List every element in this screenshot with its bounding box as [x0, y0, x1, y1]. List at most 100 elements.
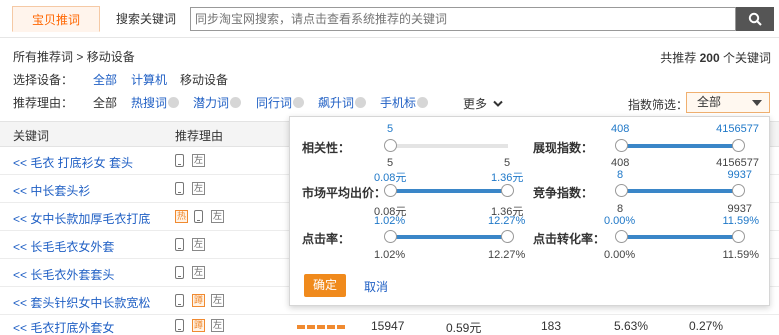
phone-icon: [175, 154, 184, 167]
slider-range: [621, 144, 739, 148]
slider-handle-min[interactable]: [384, 184, 397, 197]
competition-min: 8: [617, 203, 624, 215]
tag-left: 左: [192, 266, 205, 279]
reason-option-rising[interactable]: 飙升词: [318, 95, 367, 111]
tag-hot: 热: [175, 210, 188, 223]
display-index-slider[interactable]: [615, 139, 745, 152]
avg-bid-top-min: 0.08元: [374, 172, 407, 184]
device-label: 选择设备：: [13, 73, 74, 87]
slider-handle-max[interactable]: [501, 230, 514, 243]
breadcrumb-separator: >: [76, 50, 84, 64]
relevance-top-value: 5: [387, 123, 394, 135]
relevance-min: 5: [387, 157, 394, 169]
header-keyword[interactable]: 关键词: [13, 127, 49, 144]
tag-left: 左: [192, 182, 205, 195]
header-reason: 推荐理由: [175, 129, 224, 143]
slider-handle[interactable]: [384, 139, 397, 152]
search-input[interactable]: [191, 8, 735, 30]
help-icon: [293, 97, 305, 108]
phone-icon: [175, 238, 184, 251]
reason-option-hot[interactable]: 热搜词: [131, 95, 180, 111]
dropdown-arrow-icon: [752, 100, 762, 106]
slider-range: [621, 235, 739, 239]
keyword-link[interactable]: << 中长套头衫: [13, 182, 90, 199]
slider-range: [390, 189, 508, 193]
device-filter: 选择设备： 全部 计算机 移动设备: [13, 72, 313, 88]
search-icon: [748, 12, 762, 26]
cvr-top-min: 0.00%: [604, 215, 636, 227]
slider-handle-min[interactable]: [615, 230, 628, 243]
display-index-max: 4156577: [716, 157, 759, 169]
display-index-top-max: 4156577: [716, 123, 759, 135]
slider-handle-max[interactable]: [732, 230, 745, 243]
keyword-link[interactable]: << 套头针织女中长款宽松: [13, 294, 150, 311]
ctr-label: 点击率：: [302, 232, 351, 246]
tab-search-keywords[interactable]: 搜索关键词: [104, 6, 188, 32]
cell-display-index: 15947: [371, 319, 405, 333]
ctr-max: 12.27%: [488, 249, 526, 261]
reason-label: 推荐理由：: [13, 96, 74, 110]
more-button[interactable]: 更多: [463, 95, 504, 112]
reason-option-all[interactable]: 全部: [93, 95, 117, 111]
slider-handle-max[interactable]: [732, 184, 745, 197]
relevance-label: 相关性：: [302, 141, 351, 155]
ctr-slider[interactable]: [384, 230, 514, 243]
reason-option-mobile-tag[interactable]: 手机标: [380, 95, 429, 111]
breadcrumb-current: 移动设备: [86, 50, 135, 64]
search-button[interactable]: [736, 7, 774, 31]
breadcrumb-root[interactable]: 所有推荐词: [13, 50, 73, 64]
slider-handle-max[interactable]: [732, 139, 745, 152]
total-count: 共推荐 200 个关键词: [660, 49, 771, 66]
cell-avg-bid: 0.59元: [446, 321, 482, 335]
phone-icon: [175, 319, 184, 332]
confirm-button[interactable]: 确定: [304, 274, 346, 297]
reason-hot-label: 热搜词: [131, 96, 168, 110]
device-option-all[interactable]: 全部: [93, 72, 117, 88]
keyword-link[interactable]: << 毛衣 打底衫女 套头: [13, 154, 133, 171]
device-option-computer[interactable]: 计算机: [131, 72, 167, 88]
display-index-min: 408: [611, 157, 630, 169]
slider-handle-min[interactable]: [384, 230, 397, 243]
help-icon: [168, 97, 180, 108]
phone-icon: [194, 210, 203, 223]
cvr-top-max: 11.59%: [722, 215, 760, 227]
tab-item-recommend[interactable]: 宝贝推词: [12, 6, 100, 32]
phone-icon: [175, 182, 184, 195]
reason-option-peer[interactable]: 同行词: [256, 95, 305, 111]
total-suffix: 个关键词: [722, 51, 771, 65]
keyword-link[interactable]: << 毛衣打底外套女: [13, 319, 114, 335]
competition-slider[interactable]: [615, 184, 745, 197]
tag-left: 左: [192, 238, 205, 251]
slider-range: [390, 235, 508, 239]
table-row: << 毛衣打底外套女 蹲 左 15947 0.59元 183 5.63% 0.2…: [0, 312, 779, 335]
reason-option-potential[interactable]: 潜力词: [193, 95, 242, 111]
competition-max: 9937: [727, 203, 752, 215]
index-filter-value: 全部: [697, 95, 722, 109]
slider-handle-max[interactable]: [501, 184, 514, 197]
relevance-slider[interactable]: [384, 139, 508, 152]
index-filter-select[interactable]: 全部: [686, 92, 770, 113]
relevance-max: 5: [504, 157, 511, 169]
competition-top-min: 8: [617, 169, 624, 181]
total-number: 200: [699, 51, 720, 65]
slider-handle-min[interactable]: [615, 139, 628, 152]
slider-handle-min[interactable]: [615, 184, 628, 197]
device-option-mobile[interactable]: 移动设备: [180, 72, 228, 88]
display-index-top-min: 408: [611, 123, 630, 135]
keyword-link[interactable]: << 女中长款加厚毛衣打底: [13, 210, 150, 227]
slider-range: [621, 189, 739, 193]
ctr-top-min: 1.02%: [374, 215, 406, 227]
competition-label: 竞争指数：: [533, 186, 594, 200]
keyword-link[interactable]: << 长毛衣外套套头: [13, 266, 114, 283]
cvr-min: 0.00%: [604, 249, 636, 261]
cvr-slider[interactable]: [615, 230, 745, 243]
tag-left: 左: [211, 319, 224, 332]
avg-bid-slider[interactable]: [384, 184, 514, 197]
tag-left: 左: [192, 154, 205, 167]
keyword-link[interactable]: << 长毛毛衣女外套: [13, 238, 114, 255]
help-icon: [230, 97, 242, 108]
cancel-button[interactable]: 取消: [364, 278, 388, 295]
phone-icon: [175, 294, 184, 307]
competition-top-max: 9937: [727, 169, 752, 181]
display-index-label: 展现指数：: [533, 141, 594, 155]
